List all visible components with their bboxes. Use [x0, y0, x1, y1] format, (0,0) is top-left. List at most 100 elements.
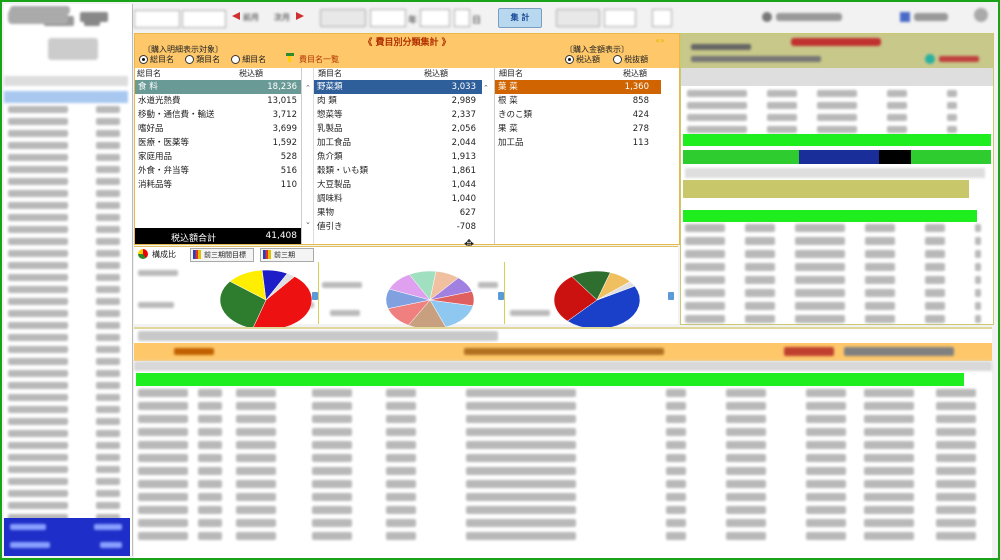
- bottom-selected-row[interactable]: [136, 373, 964, 386]
- chart-nav-icon[interactable]: [668, 292, 674, 300]
- sidebar-list-item[interactable]: [6, 490, 128, 498]
- right-selected-row[interactable]: [683, 134, 991, 146]
- category-row[interactable]: 果 菜 278: [495, 122, 661, 136]
- sidebar-selected-item[interactable]: [4, 91, 128, 103]
- right-detail-row[interactable]: [687, 90, 987, 98]
- right-transaction-row[interactable]: [685, 302, 985, 311]
- sidebar-list-item[interactable]: [6, 382, 128, 390]
- category-row[interactable]: 魚介類 1,913: [314, 150, 482, 164]
- radio-option-3[interactable]: 細目名: [242, 55, 266, 64]
- sidebar-list-item[interactable]: [6, 154, 128, 162]
- sidebar-list-item[interactable]: [6, 502, 128, 510]
- day-input[interactable]: [454, 9, 470, 27]
- sidebar-list-item[interactable]: [6, 142, 128, 150]
- sidebar-list-item[interactable]: [6, 370, 128, 378]
- tab-composition[interactable]: 構成比: [152, 249, 176, 260]
- right-transaction-row[interactable]: [685, 315, 985, 324]
- right-selected-row-2[interactable]: [683, 210, 977, 222]
- bottom-transaction-row[interactable]: [136, 467, 986, 476]
- sidebar-list-item[interactable]: [6, 178, 128, 186]
- category-row[interactable]: 果物 627: [314, 206, 482, 220]
- year-selector[interactable]: [134, 10, 180, 28]
- settings-icon[interactable]: [762, 12, 772, 22]
- radio-icon[interactable]: [231, 55, 241, 64]
- sidebar-list-item[interactable]: [6, 286, 128, 294]
- bottom-transaction-row[interactable]: [136, 415, 986, 424]
- bottom-toolbar[interactable]: [138, 331, 498, 341]
- sidebar-list-item[interactable]: [6, 106, 128, 114]
- calendar-label[interactable]: [914, 13, 948, 21]
- category-row[interactable]: 穀類・いも類 1,861: [314, 164, 482, 178]
- sidebar-list-item[interactable]: [6, 346, 128, 354]
- radio-option-2[interactable]: 類目名: [196, 55, 220, 64]
- sidebar-list-item[interactable]: [6, 214, 128, 222]
- sidebar-list-item[interactable]: [6, 322, 128, 330]
- category-row[interactable]: 乳製品 2,056: [314, 122, 482, 136]
- sidebar-list-item[interactable]: [6, 418, 128, 426]
- date-range-button[interactable]: [320, 9, 366, 27]
- category-row[interactable]: 調味料 1,040: [314, 192, 482, 206]
- bottom-transaction-row[interactable]: [136, 402, 986, 411]
- right-detail-row[interactable]: [687, 102, 987, 110]
- right-detail-row[interactable]: [687, 126, 987, 134]
- right-transaction-row[interactable]: [685, 224, 985, 233]
- collapse-icon[interactable]: «»: [655, 36, 665, 45]
- calendar-icon[interactable]: [900, 12, 910, 22]
- tab-prev-period-target[interactable]: 前三期間目標: [190, 248, 254, 262]
- radio-icon[interactable]: [185, 55, 195, 64]
- amount-option-2[interactable]: 税抜額: [624, 55, 648, 64]
- month-input[interactable]: [420, 9, 450, 27]
- sidebar-list-item[interactable]: [6, 394, 128, 402]
- category-row[interactable]: 野菜類 3,033: [314, 80, 482, 94]
- list-button[interactable]: 費目名一覧: [299, 54, 339, 65]
- bottom-transaction-row[interactable]: [136, 532, 986, 541]
- bottom-transaction-row[interactable]: [136, 389, 986, 398]
- category-row[interactable]: 加工品 113: [495, 136, 661, 150]
- sidebar-list-item[interactable]: [6, 274, 128, 282]
- close-icon[interactable]: [974, 8, 988, 22]
- sidebar-list-item[interactable]: [6, 334, 128, 342]
- sidebar-list-item[interactable]: [6, 406, 128, 414]
- category-row[interactable]: 外食・弁当等 516: [135, 164, 301, 178]
- radio-icon[interactable]: [565, 55, 574, 64]
- sidebar-list-item[interactable]: [6, 190, 128, 198]
- right-detail-row[interactable]: [687, 114, 987, 122]
- month-input-2[interactable]: [652, 9, 672, 27]
- right-transaction-row[interactable]: [685, 276, 985, 285]
- right-transaction-row[interactable]: [685, 289, 985, 298]
- month-selector[interactable]: [182, 10, 226, 28]
- sidebar-list-item[interactable]: [6, 250, 128, 258]
- category-row[interactable]: 値引き -708: [314, 220, 482, 234]
- category-row[interactable]: 医療・医薬等 1,592: [135, 136, 301, 150]
- prev-month-label[interactable]: 前月: [243, 12, 259, 23]
- pie-chart-icon[interactable]: [138, 249, 148, 259]
- toolbar-icons[interactable]: [80, 12, 108, 22]
- sidebar-list-item[interactable]: [6, 358, 128, 366]
- right-transaction-row[interactable]: [685, 237, 985, 246]
- sidebar-list-item[interactable]: [6, 466, 128, 474]
- sidebar-option-group[interactable]: [48, 38, 98, 60]
- category-row[interactable]: 葉 菜 1,360: [495, 80, 661, 94]
- radio-icon[interactable]: [139, 55, 148, 64]
- category-row[interactable]: 移動・通信費・輸送 3,712: [135, 108, 301, 122]
- sidebar-list-item[interactable]: [6, 430, 128, 438]
- category-row[interactable]: 肉 類 2,989: [314, 94, 482, 108]
- scroll-up-icon[interactable]: ⌃: [305, 84, 311, 92]
- period-button[interactable]: [556, 9, 600, 27]
- bottom-transaction-row[interactable]: [136, 506, 986, 515]
- sidebar-list-item[interactable]: [6, 442, 128, 450]
- right-transaction-row[interactable]: [685, 263, 985, 272]
- right-transaction-row[interactable]: [685, 250, 985, 259]
- amount-option-1[interactable]: 税込額: [576, 55, 600, 64]
- sidebar-list-item[interactable]: [6, 478, 128, 486]
- next-month-label[interactable]: 次月: [274, 12, 290, 23]
- category-row[interactable]: 家庭用品 528: [135, 150, 301, 164]
- total-button[interactable]: 集 計: [498, 8, 542, 28]
- category-row[interactable]: 加工食品 2,044: [314, 136, 482, 150]
- bottom-transaction-row[interactable]: [136, 493, 986, 502]
- category-row[interactable]: 根 菜 858: [495, 94, 661, 108]
- scroll-up-icon[interactable]: ⌃: [483, 84, 489, 92]
- bottom-transaction-row[interactable]: [136, 441, 986, 450]
- radio-icon[interactable]: [613, 55, 623, 64]
- sidebar-list-item[interactable]: [6, 202, 128, 210]
